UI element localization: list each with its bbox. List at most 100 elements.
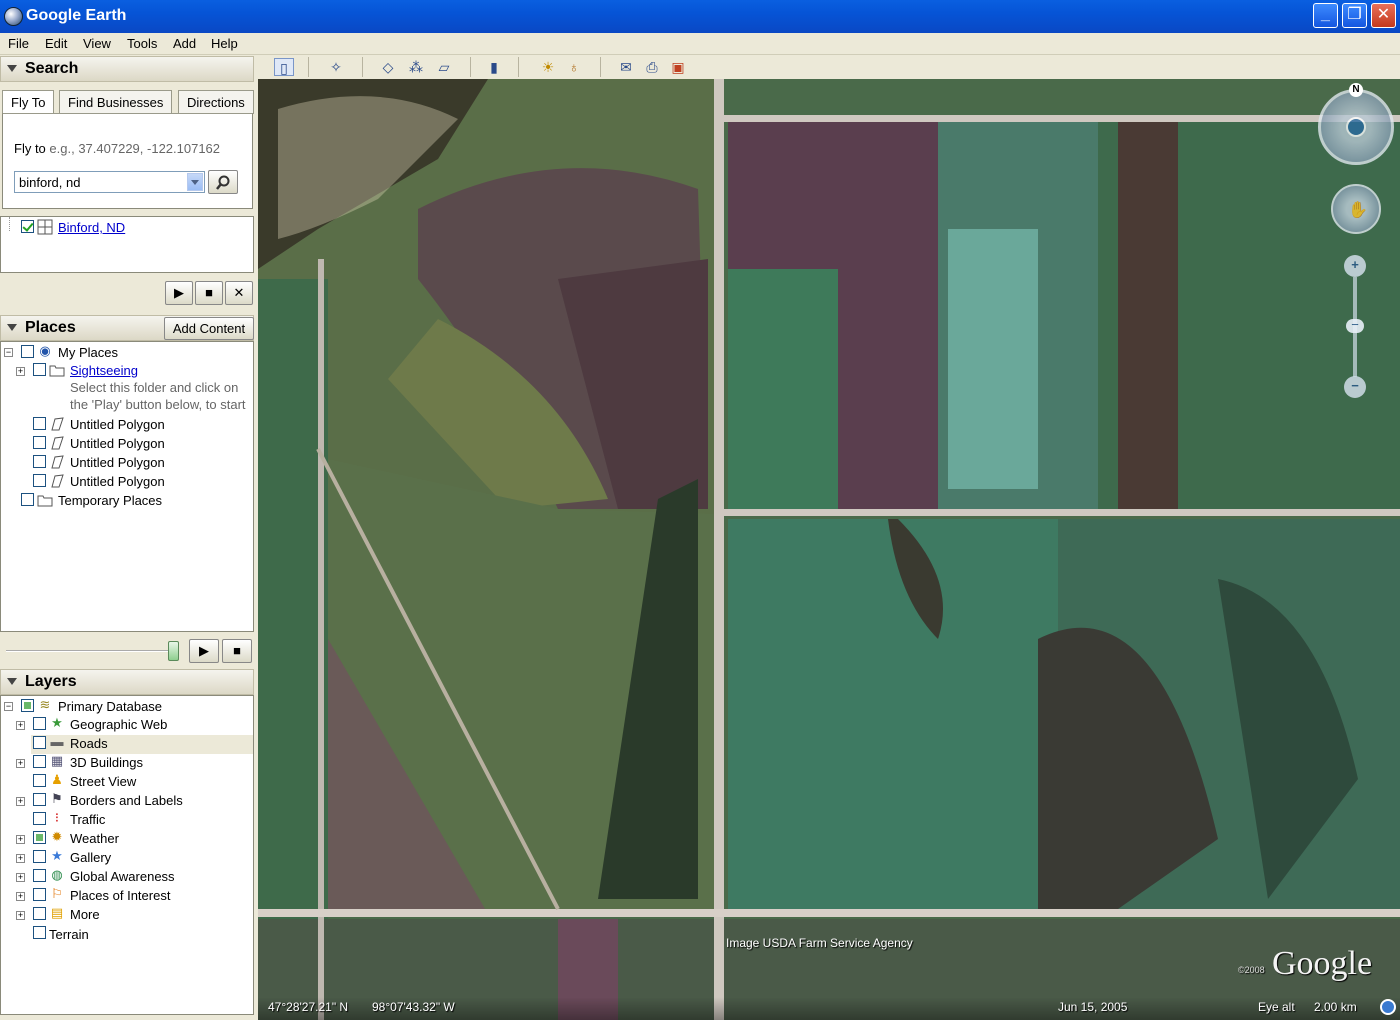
places-of-interest-checkbox[interactable] bbox=[33, 888, 46, 901]
map-view[interactable]: N ✋ + − − Image USDA Farm Service Agency… bbox=[258, 79, 1400, 1020]
polygon-checkbox[interactable] bbox=[33, 455, 46, 468]
menu-help[interactable]: Help bbox=[211, 36, 238, 51]
3d-buildings-checkbox[interactable] bbox=[33, 755, 46, 768]
polygon-checkbox[interactable] bbox=[33, 436, 46, 449]
zoom-slider-thumb[interactable]: − bbox=[1346, 318, 1364, 333]
more-checkbox[interactable] bbox=[33, 907, 46, 920]
my-places-label[interactable]: My Places bbox=[58, 345, 118, 364]
look-joystick[interactable] bbox=[1318, 89, 1394, 165]
sunlight-icon[interactable]: ☀ bbox=[538, 58, 558, 76]
expand-toggle[interactable]: + bbox=[16, 721, 25, 730]
tab-directions[interactable]: Directions bbox=[178, 90, 254, 114]
primary-database-label[interactable]: Primary Database bbox=[58, 699, 162, 718]
placemark-icon[interactable]: ✧ bbox=[326, 58, 346, 76]
search-panel-header[interactable]: Search bbox=[0, 56, 254, 82]
expand-toggle[interactable]: + bbox=[16, 911, 25, 920]
roads-label[interactable]: Roads bbox=[70, 736, 108, 755]
weather-checkbox[interactable] bbox=[33, 831, 46, 844]
polygon-label[interactable]: Untitled Polygon bbox=[70, 474, 165, 493]
stop-tour-button[interactable]: ■ bbox=[195, 281, 223, 305]
expand-toggle[interactable]: + bbox=[16, 835, 25, 844]
expand-toggle[interactable]: + bbox=[16, 854, 25, 863]
layers-panel-header[interactable]: Layers bbox=[0, 669, 254, 695]
primary-database-checkbox[interactable] bbox=[21, 699, 34, 712]
3d-buildings-label[interactable]: 3D Buildings bbox=[70, 755, 143, 774]
zoom-in-button[interactable]: + bbox=[1344, 255, 1366, 277]
collapse-triangle-icon[interactable] bbox=[7, 324, 17, 331]
ruler-icon[interactable]: ▮ bbox=[484, 58, 504, 76]
menu-tools[interactable]: Tools bbox=[127, 36, 157, 51]
menu-add[interactable]: Add bbox=[173, 36, 196, 51]
polygon-label[interactable]: Untitled Polygon bbox=[70, 436, 165, 455]
global-awareness-checkbox[interactable] bbox=[33, 869, 46, 882]
email-icon[interactable]: ✉ bbox=[616, 58, 636, 76]
tab-fly-to[interactable]: Fly To bbox=[2, 90, 55, 115]
print-icon[interactable]: ⎙ bbox=[642, 58, 662, 76]
polygon-tool-icon[interactable]: ◇ bbox=[378, 58, 398, 76]
collapse-triangle-icon[interactable] bbox=[7, 65, 17, 72]
path-tool-icon[interactable]: ⁂ bbox=[406, 58, 426, 76]
maximize-button[interactable]: ❐ bbox=[1342, 3, 1367, 28]
google-maps-icon[interactable]: ▣ bbox=[668, 58, 688, 76]
places-panel-header[interactable]: Places Add Content bbox=[0, 315, 254, 341]
collapse-toggle[interactable]: − bbox=[4, 702, 13, 711]
traffic-checkbox[interactable] bbox=[33, 812, 46, 825]
expand-toggle[interactable]: + bbox=[16, 873, 25, 882]
borders-label[interactable]: Borders and Labels bbox=[70, 793, 183, 812]
temporary-places-checkbox[interactable] bbox=[21, 493, 34, 506]
expand-toggle[interactable]: + bbox=[16, 797, 25, 806]
temporary-places-label[interactable]: Temporary Places bbox=[58, 493, 162, 512]
street-view-label[interactable]: Street View bbox=[70, 774, 136, 793]
roads-checkbox[interactable] bbox=[33, 736, 46, 749]
add-content-button[interactable]: Add Content bbox=[164, 317, 254, 340]
satellite-imagery[interactable] bbox=[258, 79, 1400, 1020]
geographic-web-label[interactable]: Geographic Web bbox=[70, 717, 167, 736]
planet-icon[interactable]: ♁ bbox=[564, 58, 584, 76]
weather-label[interactable]: Weather bbox=[70, 831, 119, 850]
gallery-label[interactable]: Gallery bbox=[70, 850, 111, 869]
result-binford[interactable]: Binford, ND bbox=[58, 220, 125, 239]
tour-speed-slider-track[interactable] bbox=[6, 650, 176, 652]
menu-edit[interactable]: Edit bbox=[45, 36, 67, 51]
borders-checkbox[interactable] bbox=[33, 793, 46, 806]
sidebar-toggle-icon[interactable]: ▯ bbox=[274, 58, 294, 76]
play-tour-button[interactable]: ▶ bbox=[189, 639, 219, 663]
search-input-value[interactable]: binford, nd bbox=[19, 175, 80, 190]
close-button[interactable]: ✕ bbox=[1371, 3, 1396, 28]
polygon-checkbox[interactable] bbox=[33, 417, 46, 430]
my-places-checkbox[interactable] bbox=[21, 345, 34, 358]
stop-tour-button[interactable]: ■ bbox=[222, 639, 252, 663]
zoom-out-button[interactable]: − bbox=[1344, 376, 1366, 398]
menu-view[interactable]: View bbox=[83, 36, 111, 51]
search-button[interactable] bbox=[208, 170, 238, 194]
places-of-interest-label[interactable]: Places of Interest bbox=[70, 888, 170, 907]
traffic-label[interactable]: Traffic bbox=[70, 812, 105, 831]
menu-file[interactable]: File bbox=[8, 36, 29, 51]
dropdown-arrow-icon[interactable] bbox=[187, 173, 203, 191]
polygon-label[interactable]: Untitled Polygon bbox=[70, 417, 165, 436]
collapse-toggle[interactable]: − bbox=[4, 348, 13, 357]
tab-find-businesses[interactable]: Find Businesses bbox=[59, 90, 173, 114]
expand-toggle[interactable]: + bbox=[16, 367, 25, 376]
result-checkbox[interactable] bbox=[21, 220, 34, 233]
terrain-checkbox[interactable] bbox=[33, 926, 46, 939]
terrain-label[interactable]: Terrain bbox=[49, 927, 89, 946]
polygon-checkbox[interactable] bbox=[33, 474, 46, 487]
gallery-checkbox[interactable] bbox=[33, 850, 46, 863]
geographic-web-checkbox[interactable] bbox=[33, 717, 46, 730]
clear-results-button[interactable]: ✕ bbox=[225, 281, 253, 305]
north-indicator[interactable]: N bbox=[1349, 83, 1363, 97]
image-overlay-icon[interactable]: ▱ bbox=[434, 58, 454, 76]
tour-speed-slider-thumb[interactable] bbox=[168, 641, 179, 661]
more-label[interactable]: More bbox=[70, 907, 100, 926]
collapse-triangle-icon[interactable] bbox=[7, 678, 17, 685]
street-view-checkbox[interactable] bbox=[33, 774, 46, 787]
move-joystick[interactable]: ✋ bbox=[1331, 184, 1381, 234]
minimize-button[interactable]: _ bbox=[1313, 3, 1338, 28]
expand-toggle[interactable]: + bbox=[16, 759, 25, 768]
global-awareness-label[interactable]: Global Awareness bbox=[70, 869, 175, 888]
expand-toggle[interactable]: + bbox=[16, 892, 25, 901]
search-input[interactable]: binford, nd bbox=[14, 171, 205, 193]
polygon-label[interactable]: Untitled Polygon bbox=[70, 455, 165, 474]
play-tour-button[interactable]: ▶ bbox=[165, 281, 193, 305]
